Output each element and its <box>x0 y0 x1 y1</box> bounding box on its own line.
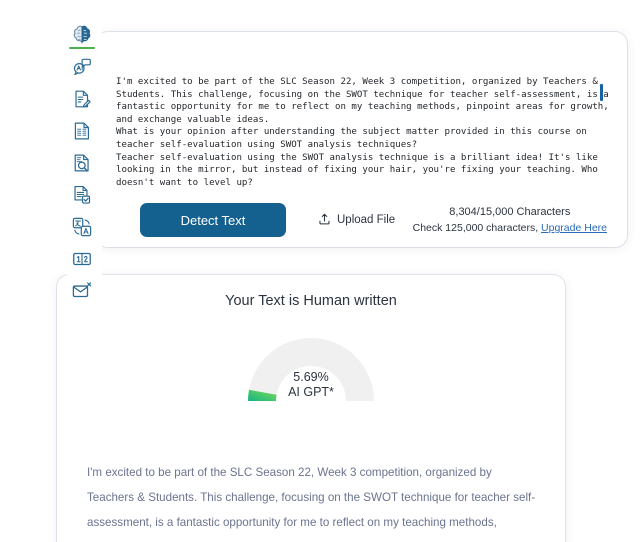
sidebar-item-plagiarism-checker[interactable] <box>67 152 97 174</box>
sidebar-item-summarizer[interactable] <box>67 120 97 142</box>
text-editor-card: I'm excited to be part of the SLC Season… <box>96 32 627 247</box>
ai-chat-bubble-icon <box>71 56 93 78</box>
gauge-sublabel: AI GPT* <box>288 385 334 399</box>
translate-icon <box>71 216 93 238</box>
email-icon <box>71 280 93 302</box>
upgrade-here-link[interactable]: Upgrade Here <box>541 222 607 234</box>
upload-file-label: Upload File <box>337 214 396 226</box>
text-cursor <box>600 84 603 101</box>
result-card: Your Text is Human written 5.69% AI GPT* <box>57 275 565 542</box>
characters-used: 8,304/15,000 Characters <box>449 206 571 218</box>
app-root: I'm excited to be part of the SLC Season… <box>0 0 640 542</box>
document-search-icon <box>71 152 93 174</box>
character-counter: 8,304/15,000 Characters Check 125,000 ch… <box>413 204 609 236</box>
editor-action-bar: Detect Text Upload File 8,304/15,000 Cha… <box>96 193 627 247</box>
upload-file-button[interactable]: Upload File <box>318 212 395 229</box>
sidebar-item-word-counter[interactable] <box>67 248 97 270</box>
gauge-label-group: 5.69% AI GPT* <box>238 370 384 400</box>
document-edit-icon <box>71 88 93 110</box>
sidebar-item-ai-detector[interactable] <box>67 24 97 49</box>
detect-text-button[interactable]: Detect Text <box>140 203 286 237</box>
upgrade-prefix: Check 125,000 characters, <box>412 222 539 234</box>
result-title: Your Text is Human written <box>225 293 397 309</box>
sidebar-item-ai-chat[interactable] <box>67 56 97 78</box>
brain-icon <box>71 24 93 46</box>
gauge-percent: 5.69% <box>293 370 329 384</box>
result-body-text: I'm excited to be part of the SLC Season… <box>87 466 536 542</box>
upload-icon <box>318 212 331 229</box>
sidebar-item-paraphraser[interactable] <box>67 88 97 110</box>
sidebar-item-grammar-checker[interactable] <box>67 184 97 206</box>
document-lines-icon <box>71 120 93 142</box>
sidebar-item-translator[interactable] <box>67 216 97 238</box>
document-check-icon <box>71 184 93 206</box>
ai-score-gauge: 5.69% AI GPT* <box>238 327 384 402</box>
editor-textarea[interactable]: I'm excited to be part of the SLC Season… <box>116 76 613 210</box>
upgrade-line: Check 125,000 characters, Upgrade Here <box>413 220 607 236</box>
tool-sidebar <box>62 14 102 298</box>
sidebar-item-email-writer[interactable] <box>67 280 97 302</box>
counter-icon <box>71 248 93 270</box>
